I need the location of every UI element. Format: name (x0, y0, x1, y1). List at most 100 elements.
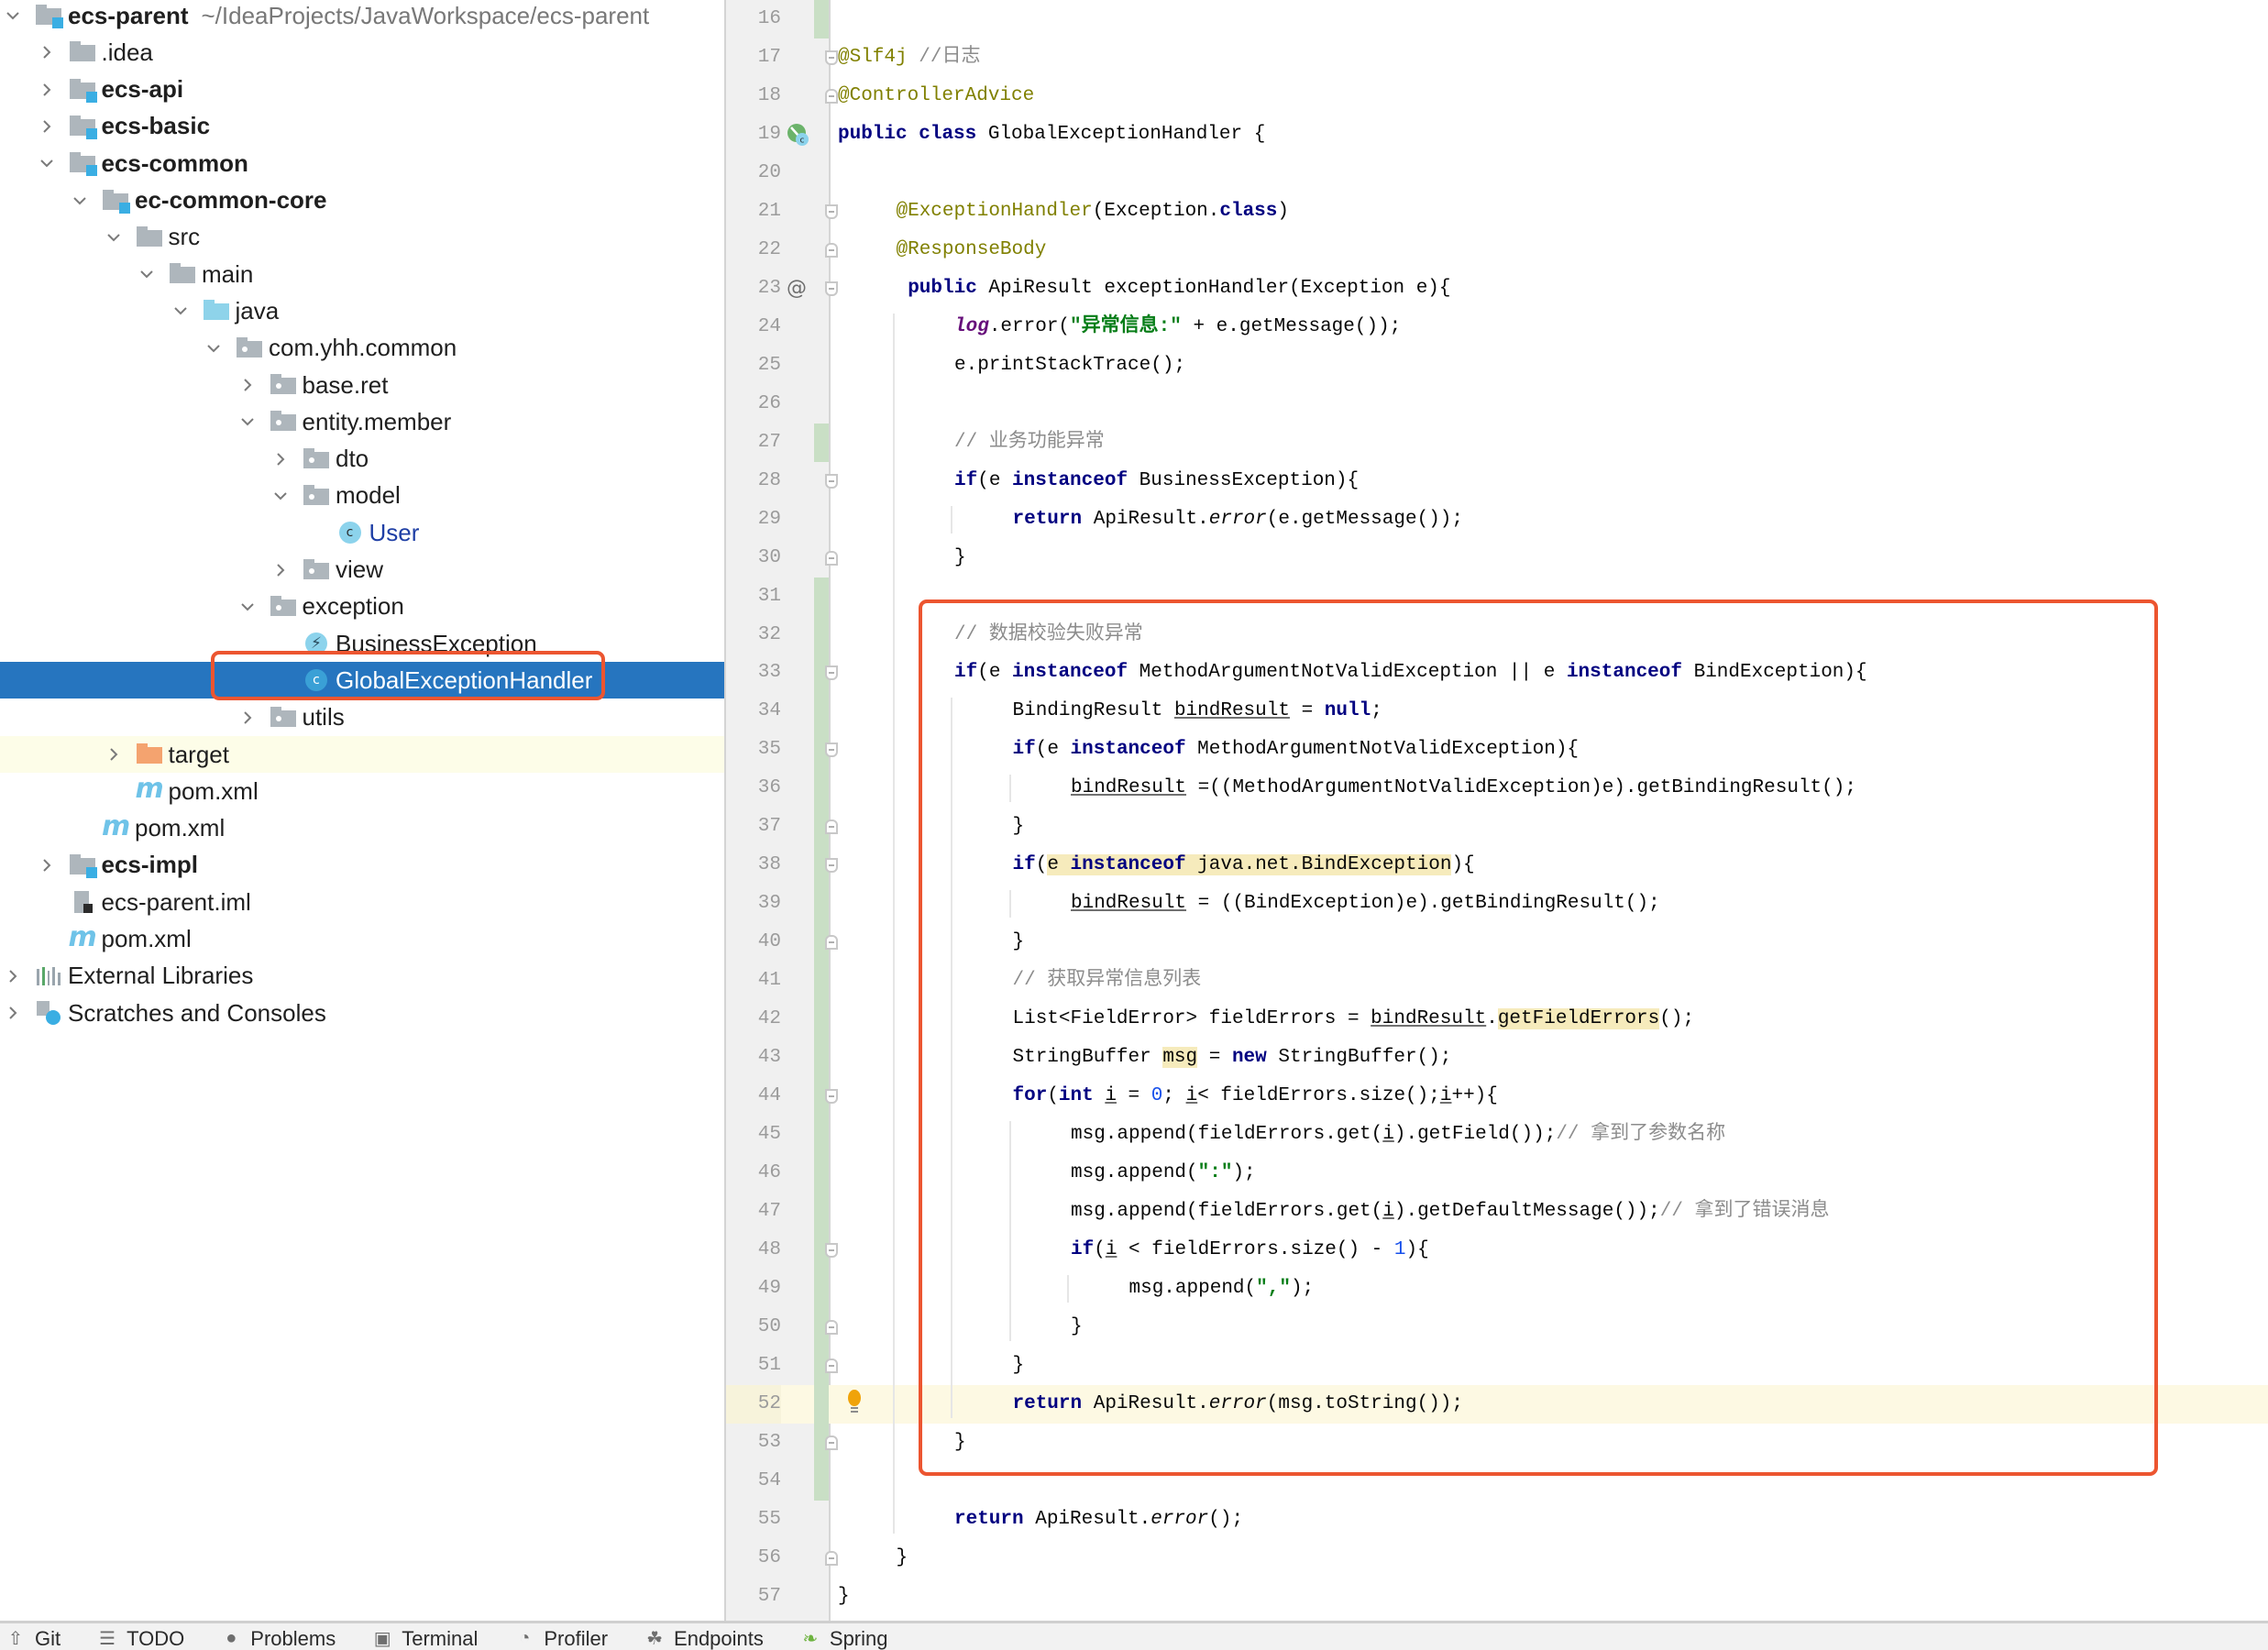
tree-item[interactable]: c User (0, 514, 724, 551)
code-line[interactable]: 54 (726, 1461, 2268, 1501)
chevron-down-icon[interactable] (238, 403, 257, 440)
code-line[interactable]: 22 @ResponseBody (726, 231, 2268, 270)
tree-item[interactable]: src (0, 219, 724, 256)
chevron-right-icon[interactable] (105, 736, 123, 773)
tool-window-problems[interactable]: ● Problems (221, 1622, 336, 1650)
vcs-change-marker[interactable] (814, 577, 829, 616)
fold-end-icon[interactable] (825, 1435, 838, 1450)
code-line[interactable]: 53} (726, 1423, 2268, 1462)
tool-window-endpoints[interactable]: ☘ Endpoints (644, 1622, 764, 1650)
code-line[interactable]: 29 return ApiResult.error(e.getMessage())… (726, 500, 2268, 539)
chevron-down-icon[interactable] (271, 478, 290, 514)
tree-item[interactable]: ecs-basic (0, 108, 724, 145)
tool-window-profiler[interactable]: ◔ Profiler (514, 1622, 608, 1650)
chevron-right-icon[interactable] (4, 995, 22, 1031)
code-line[interactable]: 18 @ControllerAdvice (726, 77, 2268, 116)
code-line[interactable]: 32 // 数据校验失败异常 (726, 615, 2268, 654)
fold-end-icon[interactable] (825, 1319, 838, 1335)
chevron-down-icon[interactable] (38, 145, 56, 182)
vcs-change-marker[interactable] (814, 615, 829, 654)
tree-item[interactable]: External Libraries (0, 958, 724, 995)
code-line[interactable]: 44 for(int i = 0; i< fieldErrors.size();i… (726, 1077, 2268, 1116)
vcs-change-marker[interactable] (814, 1154, 829, 1194)
code-line[interactable]: 38 if(e instanceof java.net.BindException… (726, 846, 2268, 886)
chevron-down-icon[interactable] (105, 219, 123, 256)
tree-item[interactable]: java (0, 292, 724, 329)
chevron-right-icon[interactable] (38, 34, 56, 71)
tree-item[interactable]: ec-common-core (0, 182, 724, 219)
tree-item[interactable]: entity.member (0, 403, 724, 440)
code-line[interactable]: 37} (726, 808, 2268, 847)
fold-toggle-icon[interactable] (825, 280, 838, 296)
fold-toggle-icon[interactable] (825, 204, 838, 219)
code-line[interactable]: 39 bindResult = ((BindException)e).getBin… (726, 885, 2268, 924)
chevron-right-icon[interactable] (38, 72, 56, 108)
vcs-change-marker[interactable] (814, 1039, 829, 1078)
tree-item[interactable]: m pom.xml (0, 773, 724, 809)
tree-item[interactable]: ecs-impl (0, 847, 724, 884)
tree-item[interactable]: m pom.xml (0, 921, 724, 958)
vcs-change-marker[interactable] (814, 1116, 829, 1155)
tree-item[interactable]: model (0, 478, 724, 514)
fold-toggle-icon[interactable] (825, 742, 838, 758)
tree-item[interactable]: ecs-parent ~/IdeaProjects/JavaWorkspace/e… (0, 0, 724, 34)
tree-item[interactable]: target (0, 736, 724, 773)
tree-item[interactable]: ecs-api (0, 72, 724, 108)
code-line[interactable]: 25 e.printStackTrace(); (726, 346, 2268, 385)
code-line[interactable]: 56} (726, 1539, 2268, 1578)
fold-toggle-icon[interactable] (825, 473, 838, 489)
code-line[interactable]: 57} (726, 1578, 2268, 1616)
tool-window-spring[interactable]: ❧ Spring (800, 1622, 888, 1650)
code-line[interactable]: 51} (726, 1346, 2268, 1385)
code-line[interactable]: 23 @ public ApiResult exceptionHandler(Exc… (726, 270, 2268, 308)
chevron-down-icon[interactable] (204, 330, 223, 367)
tree-item[interactable]: ⚡ BusinessException (0, 625, 724, 662)
fold-toggle-icon[interactable] (825, 50, 838, 65)
code-line[interactable]: 34 BindingResult bindResult = null; (726, 692, 2268, 732)
code-line[interactable]: 33 if(e instanceof MethodArgumentNotValid… (726, 654, 2268, 693)
chevron-down-icon[interactable] (171, 292, 190, 329)
code-line[interactable]: 42 List<FieldError> fieldErrors = bindRes… (726, 1000, 2268, 1040)
code-line[interactable]: 47 msg.append(fieldErrors.get(i).getDefau… (726, 1193, 2268, 1232)
chevron-down-icon[interactable] (138, 256, 156, 292)
code-line[interactable]: 36 bindResult =((MethodArgumentNotValidEx… (726, 769, 2268, 808)
code-line[interactable]: 48 if(i < fieldErrors.size() - 1){ (726, 1231, 2268, 1270)
vcs-change-marker[interactable] (814, 0, 829, 38)
chevron-right-icon[interactable] (4, 958, 22, 995)
code-line[interactable]: 24 log.error("异常信息:" + e.getMessage()); (726, 308, 2268, 346)
fold-end-icon[interactable] (825, 1550, 838, 1566)
code-line[interactable]: 28 if(e instanceof BusinessException){ (726, 462, 2268, 500)
tree-item[interactable]: com.yhh.common (0, 330, 724, 367)
tree-item[interactable]: m pom.xml (0, 810, 724, 847)
fold-toggle-icon[interactable] (825, 666, 838, 681)
code-line[interactable]: 19 c public class GlobalExceptionHandler { (726, 116, 2268, 154)
chevron-right-icon[interactable] (238, 699, 257, 736)
code-line[interactable]: 35 if(e instanceof MethodArgumentNotValid… (726, 731, 2268, 770)
tree-item[interactable]: ecs-common (0, 145, 724, 182)
fold-toggle-icon[interactable] (825, 1089, 838, 1105)
code-line[interactable]: 21 @ExceptionHandler(Exception.class) (726, 192, 2268, 231)
tool-window-git[interactable]: ⇧ Git (6, 1622, 61, 1650)
vcs-change-marker[interactable] (814, 692, 829, 732)
fold-end-icon[interactable] (825, 242, 838, 258)
code-line[interactable]: 20 (726, 154, 2268, 192)
vcs-change-marker[interactable] (814, 1193, 829, 1232)
code-line[interactable]: 46 msg.append(":"); (726, 1154, 2268, 1194)
code-line[interactable]: 31 (726, 577, 2268, 616)
fold-toggle-icon[interactable] (825, 858, 838, 874)
code-line[interactable]: 16 (726, 0, 2268, 38)
chevron-right-icon[interactable] (238, 367, 257, 403)
tree-item[interactable]: dto (0, 441, 724, 478)
tree-item[interactable]: ecs-parent.iml (0, 884, 724, 920)
vcs-change-marker[interactable] (814, 962, 829, 1001)
chevron-right-icon[interactable] (271, 552, 290, 588)
tree-item[interactable]: base.ret (0, 367, 724, 403)
chevron-right-icon[interactable] (271, 441, 290, 478)
fold-end-icon[interactable] (825, 88, 838, 104)
fold-end-icon[interactable] (825, 820, 838, 835)
code-line[interactable]: 30} (726, 539, 2268, 578)
tree-item[interactable]: utils (0, 699, 724, 736)
vcs-change-marker[interactable] (814, 885, 829, 924)
vcs-change-marker[interactable] (814, 1270, 829, 1308)
chevron-right-icon[interactable] (38, 847, 56, 884)
